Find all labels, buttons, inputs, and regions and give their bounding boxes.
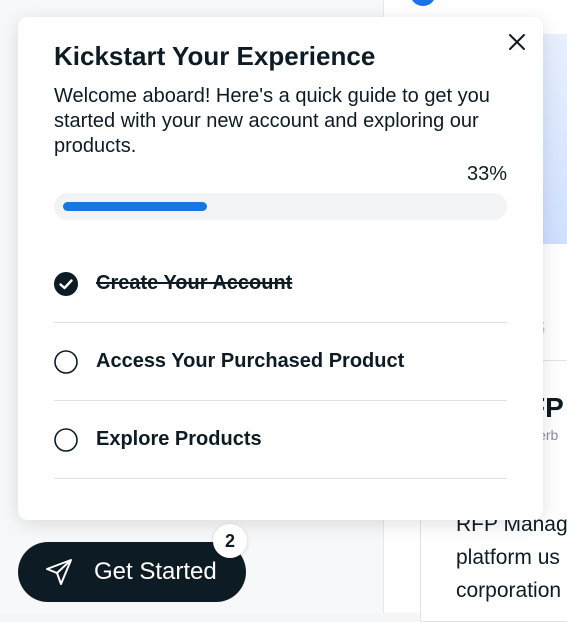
- progress-percent: 33%: [466, 163, 507, 185]
- step-explore-products[interactable]: Explore Products: [54, 401, 507, 479]
- step-create-account[interactable]: Create Your Account: [54, 245, 507, 323]
- get-started-label: Get Started: [94, 558, 217, 585]
- close-button[interactable]: [504, 29, 530, 55]
- empty-circle-icon: [54, 349, 78, 374]
- step-label: Create Your Account: [96, 272, 293, 294]
- step-access-product[interactable]: Access Your Purchased Product: [54, 323, 507, 401]
- progress-bar-fill: [63, 202, 207, 211]
- popup-description: Welcome aboard! Here's a quick guide to …: [54, 85, 490, 157]
- get-started-button[interactable]: Get Started: [18, 542, 246, 602]
- background-card-description: RFP Manag platform us corporation: [456, 513, 567, 602]
- steps-list: Create Your Account Access Your Purchase…: [54, 245, 507, 479]
- step-label: Explore Products: [96, 428, 262, 450]
- paper-plane-icon: [46, 559, 72, 585]
- onboarding-popup: Kickstart Your Experience Welcome aboard…: [18, 17, 543, 520]
- notification-badge: 2: [213, 524, 247, 558]
- popup-title: Kickstart Your Experience: [54, 41, 376, 71]
- check-circle-icon: [54, 271, 78, 296]
- close-icon: [509, 34, 525, 50]
- progress-bar: [54, 193, 507, 220]
- step-label: Access Your Purchased Product: [96, 350, 405, 372]
- empty-circle-icon: [54, 427, 78, 452]
